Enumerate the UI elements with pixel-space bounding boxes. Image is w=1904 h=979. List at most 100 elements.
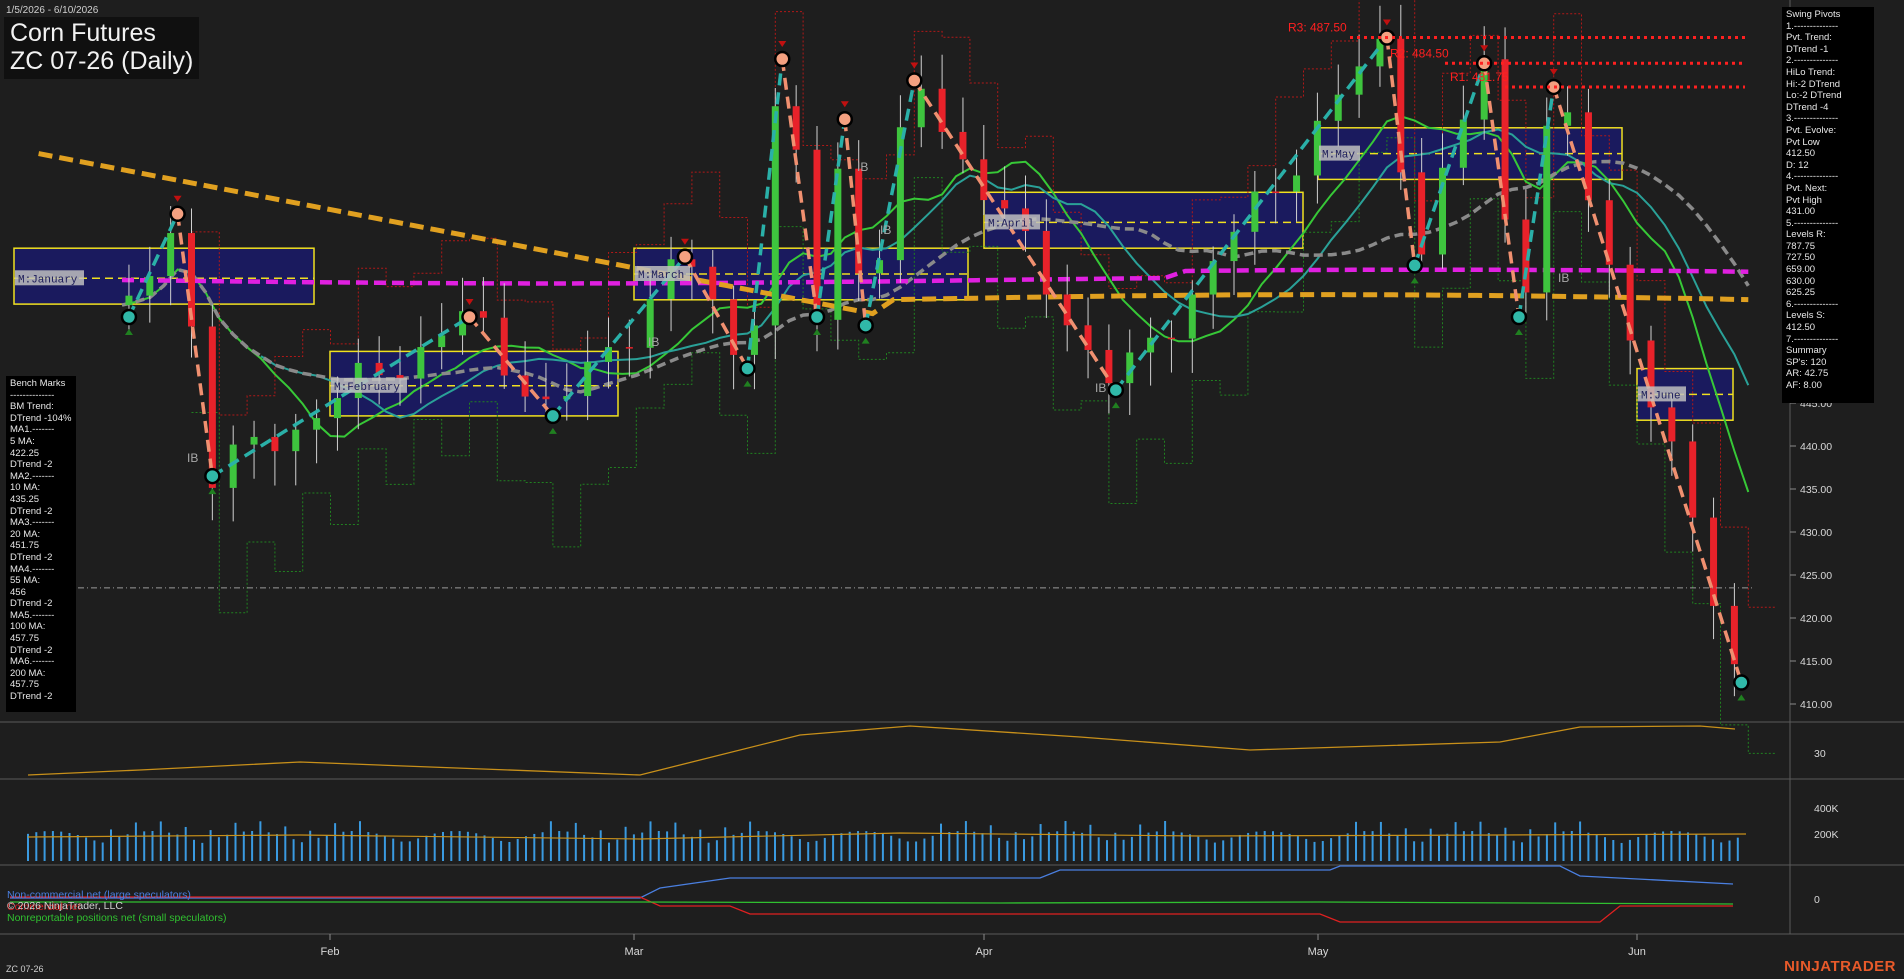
swing_panel-line: 727.50	[1786, 252, 1816, 264]
resistance-label: R3: 487.50	[1288, 21, 1347, 35]
swing_panel-line: 2.--------------	[1786, 55, 1839, 67]
swing_panel-line: 412.50	[1786, 148, 1816, 160]
bench-marks-panel: Bench Marks -------------- BM Trend: DTrend…	[6, 376, 76, 712]
candle-up	[417, 347, 425, 379]
swing-low-marker	[739, 360, 756, 377]
swing-low-marker	[808, 308, 826, 326]
swing_panel-line: 630.00	[1786, 275, 1816, 287]
candle-up	[1293, 175, 1301, 192]
nonreportable-legend: Nonreportable positions net (small specu…	[7, 911, 227, 924]
swing-low-marker	[1107, 381, 1125, 399]
swing_panel-line: HiLo Trend:	[1786, 66, 1836, 78]
bench_panel-line: DTrend -2	[10, 551, 53, 563]
candle-up	[917, 88, 925, 128]
ninjatrader-logo: NINJATRADER	[1784, 958, 1896, 975]
bench_panel-line: DTrend -104%	[10, 412, 72, 424]
bench_panel-line: 457.75	[10, 633, 40, 645]
month-label: M:April	[988, 218, 1034, 230]
bench_panel-line: Bench Marks	[10, 378, 66, 389]
ib-label: IB	[1095, 381, 1106, 395]
swing_panel-line: 412.50	[1786, 322, 1816, 334]
swing-low-marker	[1406, 257, 1423, 274]
y-tick-label: 415.00	[1800, 656, 1832, 668]
month-label: M:May	[1322, 150, 1355, 162]
swing_panel-line: 659.00	[1786, 264, 1816, 276]
swing_panel-line: DTrend -1	[1786, 43, 1829, 55]
candle-up	[1251, 191, 1259, 232]
swing_panel-line: Levels S:	[1786, 310, 1826, 322]
swing_panel-line: Summary	[1786, 345, 1827, 357]
copyright: © 2026 NinjaTrader, LLC	[7, 900, 123, 912]
candle-down	[479, 311, 487, 318]
bench_panel-line: --------------	[10, 389, 55, 401]
candle-up	[1188, 294, 1196, 339]
instrument-name: Corn Futures	[10, 19, 156, 47]
resistance-label: R1: 481.75	[1450, 70, 1509, 84]
swing_panel-line: SP's: 120	[1786, 356, 1827, 368]
swing-pivots-panel: Swing Pivots 1.-------------- Pvt. Trend: D…	[1782, 7, 1874, 403]
swing-high-marker	[906, 72, 923, 89]
swing-low-marker	[120, 308, 138, 326]
swing_panel-line: AF: 8.00	[1786, 380, 1822, 391]
swing_panel-line: 3.--------------	[1786, 113, 1839, 125]
swing-low-marker	[1733, 674, 1750, 691]
candle-down	[542, 396, 550, 400]
resistance-label: R2: 484.50	[1390, 46, 1449, 60]
swing_panel-line: Levels R:	[1786, 229, 1826, 241]
swing_panel-line: Lo:-2 DTrend	[1786, 90, 1842, 102]
candle-down	[938, 88, 946, 132]
bench_panel-line: DTrend -2	[10, 598, 53, 610]
x-tick-label: Feb	[321, 946, 340, 958]
candle-down	[1710, 517, 1718, 606]
month-label: M:March	[638, 270, 684, 282]
y-tick-label: 410.00	[1800, 699, 1832, 711]
candle-down	[625, 347, 633, 349]
footer-symbol: ZC 07-26	[6, 964, 44, 974]
x-tick-label: Mar	[625, 946, 644, 958]
swing_panel-line: Pvt. Trend:	[1786, 32, 1832, 44]
x-tick-label: Apr	[975, 946, 992, 958]
swing_panel-line: 787.75	[1786, 240, 1816, 252]
swing_panel-line: Pvt Low	[1786, 136, 1820, 148]
bench_panel-line: MA5.-------	[10, 609, 55, 621]
swing_panel-line: D: 12	[1786, 159, 1809, 171]
bench_panel-line: 100 MA:	[10, 621, 46, 633]
month-label: M:June	[1641, 390, 1681, 402]
bench_panel-line: 451.75	[10, 540, 40, 552]
candle-down	[1105, 349, 1113, 384]
cot-zero-label: 0	[1814, 894, 1820, 906]
bench_panel-line: DTrend -2	[10, 459, 53, 471]
ib-label: IB	[1558, 271, 1569, 285]
chart-canvas: R3: 487.50 R2: 484.50R1: 481.75 M:January…	[0, 0, 1904, 979]
y-tick-label: 435.00	[1800, 484, 1832, 496]
cot-legend: Non-commercial net (large speculators) C…	[7, 889, 227, 924]
bench_panel-line: 456	[10, 586, 26, 598]
swing_panel-line: 625.25	[1786, 287, 1816, 299]
bench_panel-line: 10 MA:	[10, 482, 41, 494]
bench_panel-line: 200 MA:	[10, 667, 46, 679]
candle-down	[500, 317, 508, 376]
candle-up	[292, 429, 300, 452]
volume-tick-label: 200K	[1814, 829, 1839, 841]
swing-high-marker	[774, 50, 791, 68]
y-tick-label: 425.00	[1800, 570, 1832, 582]
bench_panel-line: MA4.-------	[10, 563, 55, 575]
swing_panel-line: 1.--------------	[1786, 20, 1839, 32]
bench_panel-line: 55 MA:	[10, 575, 41, 587]
candle-down	[1167, 337, 1175, 340]
x-tick-label: Jun	[1628, 946, 1646, 958]
bench_panel-line: DTrend -2	[10, 505, 53, 517]
swing_panel-line: 5.--------------	[1786, 217, 1839, 229]
date-range: 1/5/2026 - 6/10/2026	[6, 5, 99, 16]
swing_panel-line: Pvt. Evolve:	[1786, 124, 1837, 136]
candle-down	[1001, 200, 1009, 209]
bench_panel-line: 435.25	[10, 493, 40, 505]
x-tick-label: May	[1308, 946, 1329, 958]
y-tick-label: 440.00	[1800, 441, 1832, 453]
candle-up	[1459, 119, 1467, 168]
candle-down	[1042, 230, 1050, 295]
oscillator-level-label: 30	[1814, 748, 1826, 760]
candle-down	[709, 266, 717, 300]
swing_panel-line: DTrend -4	[1786, 101, 1829, 113]
bench_panel-line: MA6.-------	[10, 656, 55, 668]
